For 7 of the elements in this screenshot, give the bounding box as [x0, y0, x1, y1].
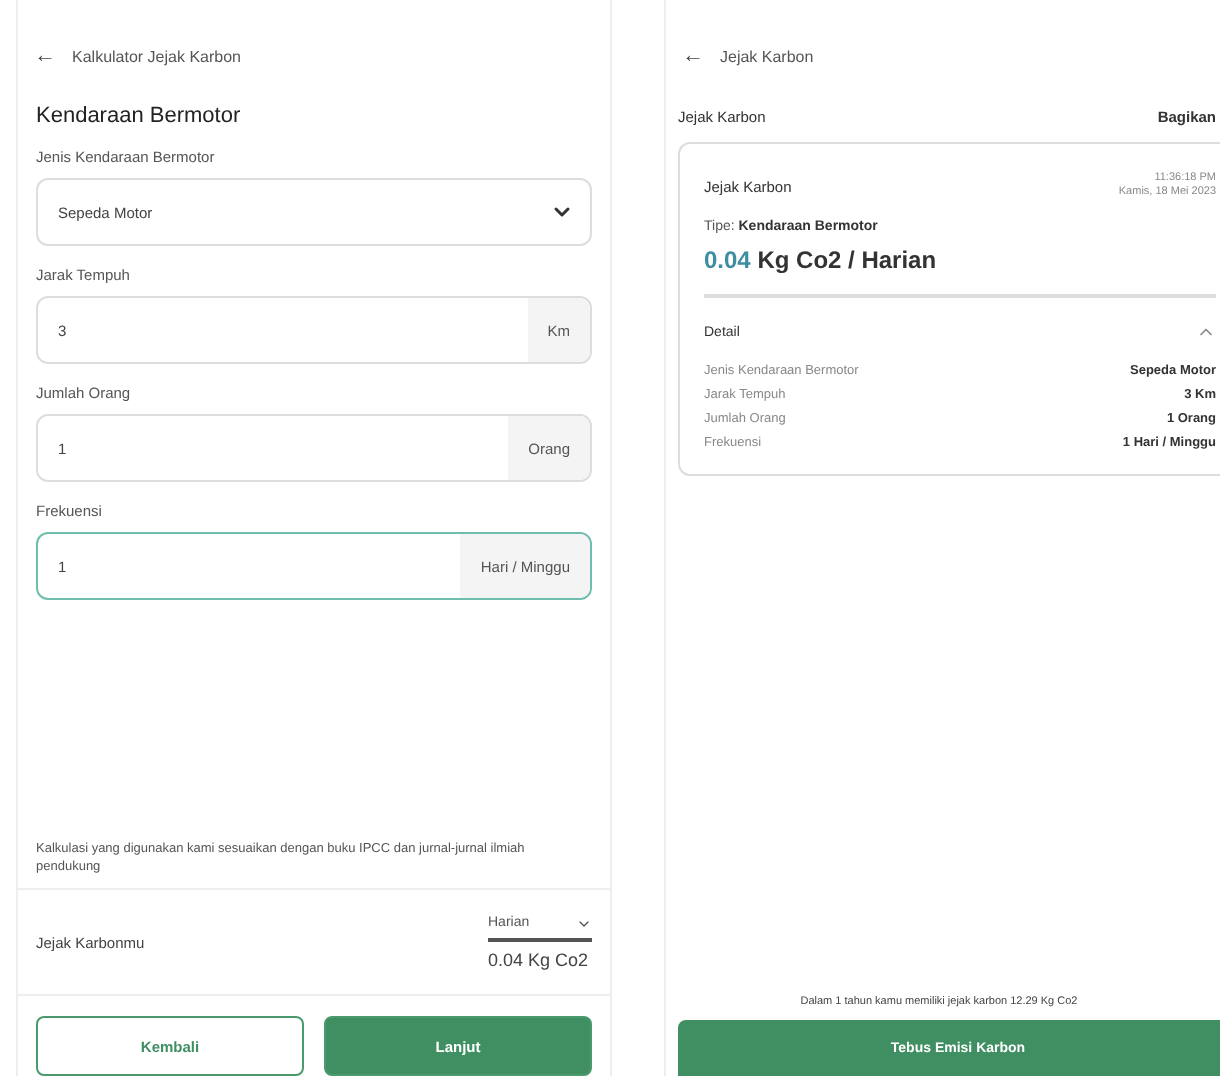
result-value: 0.04 Kg Co2: [488, 949, 591, 969]
back-icon[interactable]: ←: [34, 44, 56, 68]
screen-title: Kalkulator Jejak Karbon: [72, 47, 241, 65]
back-icon[interactable]: ←: [682, 44, 704, 68]
amount-text: 0.04 Kg Co2 / Harian: [704, 246, 1216, 299]
screen-title: Jejak Karbon: [720, 47, 814, 65]
section-title: Kendaraan Bermotor: [36, 104, 243, 128]
